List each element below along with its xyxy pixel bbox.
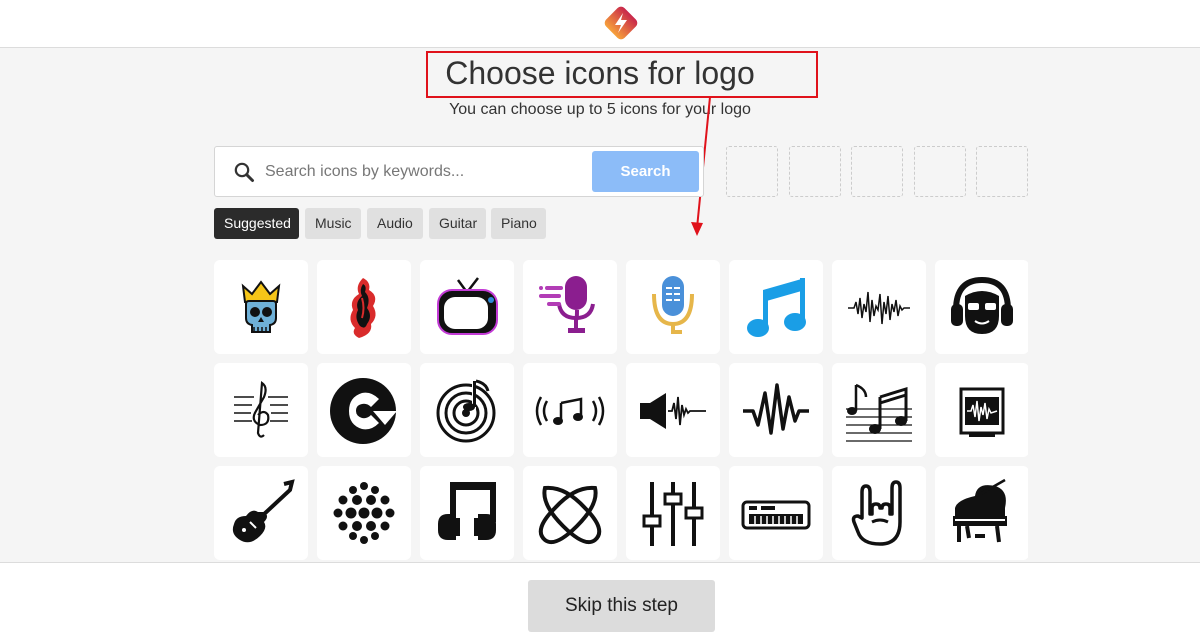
icon-tile[interactable] — [729, 466, 823, 560]
headphones-face-icon — [951, 276, 1013, 334]
audio-monitor-icon — [959, 387, 1005, 437]
icon-tile[interactable] — [832, 260, 926, 354]
rock-hand-icon — [851, 480, 902, 546]
icon-tile[interactable] — [214, 363, 308, 457]
icon-tile[interactable] — [420, 260, 514, 354]
tag-piano[interactable]: Piano — [491, 208, 546, 239]
grand-piano-icon — [953, 478, 1007, 543]
icon-tile[interactable] — [523, 363, 617, 457]
podcast-microphone-icon — [539, 276, 595, 333]
page-subtitle: You can choose up to 5 icons for your lo… — [449, 101, 751, 118]
sheet-music-icon — [846, 383, 912, 442]
icon-tile[interactable] — [832, 466, 926, 560]
selected-icon-slot[interactable] — [851, 146, 903, 197]
mixer-sliders-icon — [642, 482, 704, 546]
speaker-wave-icon — [640, 393, 706, 429]
music-notes-icon — [747, 278, 806, 337]
selected-icon-slot[interactable] — [976, 146, 1028, 197]
retro-tv-icon — [437, 277, 498, 335]
icon-tile[interactable] — [214, 466, 308, 560]
atom-orbit-icon — [538, 485, 602, 545]
electric-guitar-icon — [232, 479, 295, 543]
selected-icon-slot[interactable] — [726, 146, 778, 197]
tag-music[interactable]: Music — [305, 208, 361, 239]
music-broadcast-icon — [535, 396, 605, 426]
skull-crown-icon — [241, 280, 281, 333]
tag-guitar[interactable]: Guitar — [429, 208, 486, 239]
microphone-chat-icon — [652, 276, 694, 334]
fire-mermaid-icon — [350, 278, 376, 338]
icon-tile[interactable] — [832, 363, 926, 457]
annotation-highlight-box — [426, 51, 818, 98]
icon-tile[interactable] — [317, 260, 411, 354]
footer-bar: Skip this step — [0, 562, 1200, 637]
sound-wave-icon — [848, 291, 910, 325]
headphones-note-icon — [438, 482, 496, 540]
icon-search-box: Search — [214, 146, 704, 197]
search-button[interactable]: Search — [592, 151, 699, 192]
icon-tile[interactable] — [626, 363, 720, 457]
icon-tile[interactable] — [317, 363, 411, 457]
pulse-wave-icon — [743, 383, 809, 435]
selected-icon-slot[interactable] — [789, 146, 841, 197]
icon-tile[interactable] — [420, 363, 514, 457]
icon-tile[interactable] — [626, 466, 720, 560]
treble-clef-icon — [234, 381, 288, 438]
tag-suggested[interactable]: Suggested — [214, 208, 299, 239]
icon-tile[interactable] — [935, 363, 1028, 457]
icon-tile[interactable] — [523, 260, 617, 354]
icon-tile[interactable] — [317, 466, 411, 560]
keyboard-synth-icon — [741, 500, 811, 530]
icon-tile[interactable] — [729, 363, 823, 457]
icon-tile[interactable] — [420, 466, 514, 560]
icon-tile[interactable] — [935, 466, 1028, 560]
circle-c-logo-icon — [330, 378, 397, 444]
icon-tile[interactable] — [626, 260, 720, 354]
top-bar — [0, 0, 1200, 48]
icon-tile[interactable] — [729, 260, 823, 354]
brand-logo-icon[interactable] — [600, 2, 642, 44]
search-icon — [234, 162, 254, 182]
icon-tile[interactable] — [523, 466, 617, 560]
disco-ball-icon — [333, 482, 395, 544]
selected-icon-slot[interactable] — [914, 146, 966, 197]
skip-step-button[interactable]: Skip this step — [528, 580, 715, 632]
vinyl-note-icon — [436, 379, 496, 443]
search-input[interactable] — [265, 157, 585, 187]
tag-audio[interactable]: Audio — [367, 208, 423, 239]
icon-tile[interactable] — [935, 260, 1028, 354]
icon-grid — [214, 260, 1028, 563]
icon-tile[interactable] — [214, 260, 308, 354]
